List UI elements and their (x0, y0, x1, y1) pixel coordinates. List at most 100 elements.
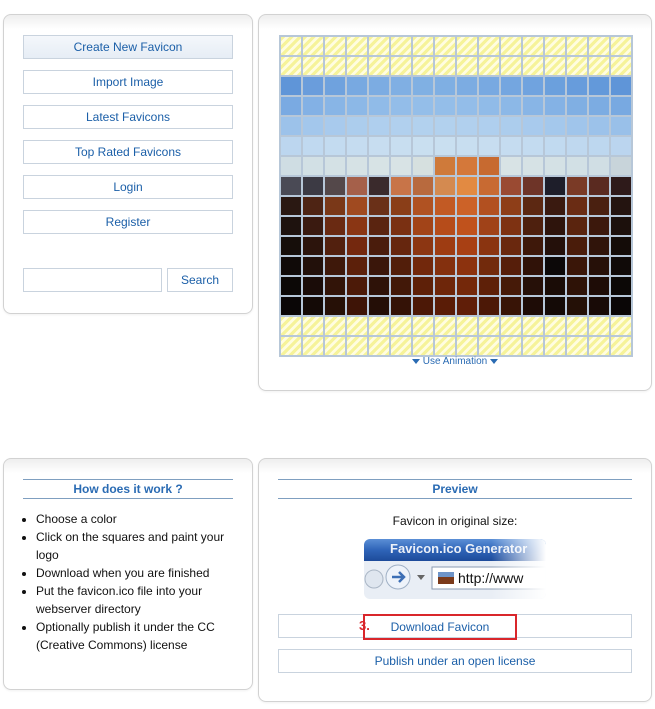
pixel-cell[interactable] (325, 97, 345, 115)
pixel-cell[interactable] (435, 157, 455, 175)
pixel-cell[interactable] (589, 37, 609, 55)
pixel-cell[interactable] (479, 77, 499, 95)
pixel-cell[interactable] (611, 157, 631, 175)
pixel-cell[interactable] (501, 237, 521, 255)
pixel-cell[interactable] (303, 97, 323, 115)
pixel-cell[interactable] (303, 237, 323, 255)
pixel-cell[interactable] (545, 317, 565, 335)
pixel-cell[interactable] (457, 277, 477, 295)
pixel-cell[interactable] (391, 137, 411, 155)
pixel-cell[interactable] (413, 77, 433, 95)
pixel-cell[interactable] (523, 137, 543, 155)
pixel-cell[interactable] (391, 37, 411, 55)
pixel-cell[interactable] (523, 37, 543, 55)
pixel-cell[interactable] (567, 297, 587, 315)
pixel-cell[interactable] (457, 77, 477, 95)
pixel-cell[interactable] (545, 77, 565, 95)
pixel-cell[interactable] (347, 117, 367, 135)
pixel-cell[interactable] (347, 97, 367, 115)
pixel-cell[interactable] (479, 217, 499, 235)
search-input[interactable] (23, 268, 162, 292)
pixel-cell[interactable] (369, 97, 389, 115)
pixel-cell[interactable] (545, 337, 565, 355)
pixel-cell[interactable] (391, 97, 411, 115)
pixel-cell[interactable] (611, 177, 631, 195)
pixel-cell[interactable] (281, 177, 301, 195)
pixel-cell[interactable] (479, 157, 499, 175)
pixel-cell[interactable] (589, 77, 609, 95)
pixel-cell[interactable] (589, 237, 609, 255)
pixel-cell[interactable] (501, 197, 521, 215)
pixel-cell[interactable] (391, 197, 411, 215)
pixel-cell[interactable] (391, 277, 411, 295)
pixel-cell[interactable] (611, 197, 631, 215)
pixel-cell[interactable] (435, 57, 455, 75)
pixel-cell[interactable] (479, 257, 499, 275)
pixel-cell[interactable] (303, 317, 323, 335)
pixel-cell[interactable] (413, 57, 433, 75)
pixel-cell[interactable] (457, 57, 477, 75)
pixel-cell[interactable] (347, 157, 367, 175)
pixel-cell[interactable] (567, 117, 587, 135)
pixel-cell[interactable] (479, 117, 499, 135)
pixel-cell[interactable] (325, 317, 345, 335)
pixel-cell[interactable] (523, 337, 543, 355)
pixel-cell[interactable] (589, 157, 609, 175)
pixel-cell[interactable] (303, 197, 323, 215)
pixel-cell[interactable] (567, 97, 587, 115)
pixel-cell[interactable] (567, 77, 587, 95)
pixel-cell[interactable] (369, 57, 389, 75)
pixel-cell[interactable] (435, 77, 455, 95)
pixel-cell[interactable] (435, 317, 455, 335)
pixel-cell[interactable] (611, 37, 631, 55)
pixel-cell[interactable] (369, 257, 389, 275)
pixel-cell[interactable] (325, 37, 345, 55)
pixel-cell[interactable] (567, 237, 587, 255)
pixel-cell[interactable] (523, 237, 543, 255)
pixel-cell[interactable] (523, 277, 543, 295)
pixel-cell[interactable] (347, 317, 367, 335)
pixel-cell[interactable] (369, 177, 389, 195)
pixel-cell[interactable] (523, 117, 543, 135)
pixel-cell[interactable] (589, 297, 609, 315)
pixel-cell[interactable] (347, 197, 367, 215)
pixel-cell[interactable] (413, 157, 433, 175)
pixel-cell[interactable] (281, 257, 301, 275)
pixel-cell[interactable] (413, 217, 433, 235)
pixel-cell[interactable] (325, 297, 345, 315)
pixel-cell[interactable] (347, 337, 367, 355)
pixel-cell[interactable] (303, 277, 323, 295)
pixel-cell[interactable] (479, 137, 499, 155)
pixel-cell[interactable] (325, 157, 345, 175)
pixel-cell[interactable] (545, 277, 565, 295)
pixel-cell[interactable] (545, 297, 565, 315)
pixel-cell[interactable] (303, 177, 323, 195)
pixel-cell[interactable] (369, 297, 389, 315)
pixel-cell[interactable] (347, 237, 367, 255)
pixel-cell[interactable] (611, 317, 631, 335)
pixel-cell[interactable] (325, 277, 345, 295)
pixel-cell[interactable] (281, 217, 301, 235)
pixel-cell[interactable] (589, 137, 609, 155)
pixel-cell[interactable] (303, 117, 323, 135)
pixel-cell[interactable] (347, 257, 367, 275)
pixel-cell[interactable] (457, 297, 477, 315)
pixel-cell[interactable] (281, 337, 301, 355)
pixel-cell[interactable] (501, 217, 521, 235)
pixel-cell[interactable] (457, 217, 477, 235)
pixel-cell[interactable] (589, 177, 609, 195)
pixel-cell[interactable] (391, 217, 411, 235)
pixel-cell[interactable] (589, 97, 609, 115)
pixel-cell[interactable] (369, 337, 389, 355)
pixel-cell[interactable] (391, 297, 411, 315)
pixel-cell[interactable] (413, 277, 433, 295)
pixel-cell[interactable] (479, 337, 499, 355)
pixel-cell[interactable] (523, 197, 543, 215)
pixel-cell[interactable] (391, 337, 411, 355)
pixel-cell[interactable] (325, 177, 345, 195)
pixel-cell[interactable] (567, 157, 587, 175)
pixel-cell[interactable] (611, 297, 631, 315)
pixel-cell[interactable] (545, 237, 565, 255)
pixel-cell[interactable] (435, 197, 455, 215)
top-rated-favicons-button[interactable]: Top Rated Favicons (23, 140, 233, 164)
